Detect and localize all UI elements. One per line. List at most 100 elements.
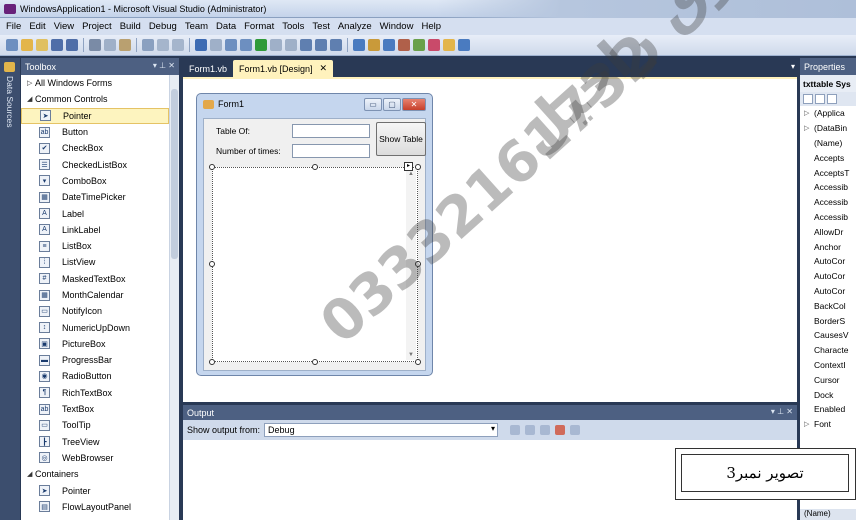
resize-handle[interactable] [209, 359, 215, 365]
expander-icon[interactable]: ▷ [804, 420, 814, 428]
tab-dropdown-icon[interactable]: ▾ [791, 62, 795, 71]
save-all-icon[interactable] [66, 39, 78, 51]
toolbox-item[interactable]: ➤ Pointer [21, 107, 169, 124]
form1-window[interactable]: Form1 ▭ ▢ ✕ Table Of: Number of times: S… [196, 93, 433, 376]
toolbox-item[interactable]: ▤ FlowLayoutPanel [21, 499, 169, 515]
property-row[interactable]: Anchor [800, 239, 856, 254]
toolbox-category[interactable]: ▷ All Windows Forms [21, 75, 169, 91]
output-source-select[interactable]: Debug ▾ [264, 423, 499, 437]
start-page-icon[interactable] [443, 39, 455, 51]
toolbox-item[interactable]: ┣ TreeView [21, 434, 169, 450]
object-browser-icon[interactable] [383, 39, 395, 51]
alphabetical-icon[interactable] [815, 94, 825, 104]
word-wrap-icon[interactable] [570, 425, 581, 435]
toolbox-item[interactable]: ◎ WebBrowser [21, 450, 169, 466]
property-row[interactable]: BorderS [800, 313, 856, 328]
property-row[interactable]: Dock [800, 387, 856, 402]
menu-project[interactable]: Project [78, 21, 116, 32]
property-row[interactable]: ▷ (DataBin [800, 121, 856, 136]
resize-handle[interactable] [312, 359, 318, 365]
toolbox-category[interactable]: ◢ Containers [21, 466, 169, 482]
menu-team[interactable]: Team [181, 21, 212, 32]
menu-file[interactable]: File [2, 21, 25, 32]
menu-build[interactable]: Build [116, 21, 145, 32]
scrollbar-thumb[interactable] [171, 89, 178, 259]
property-row[interactable]: AcceptsT [800, 165, 856, 180]
expander-icon[interactable]: ▷ [804, 109, 814, 117]
form-designer-surface[interactable]: Form1 ▭ ▢ ✕ Table Of: Number of times: S… [183, 77, 797, 402]
property-row[interactable]: ContextI [800, 358, 856, 373]
menu-data[interactable]: Data [212, 21, 240, 32]
resize-handle[interactable] [415, 359, 421, 365]
menu-tools[interactable]: Tools [278, 21, 308, 32]
add-item-icon[interactable] [21, 39, 33, 51]
toolbox-item[interactable]: A Label [21, 205, 169, 221]
scroll-down-icon[interactable]: ▼ [408, 352, 414, 358]
minimize-icon[interactable]: ▭ [364, 98, 382, 111]
toolbox-category[interactable]: ◢ Common Controls [21, 91, 169, 107]
toolbox-pin-icon[interactable] [4, 62, 15, 72]
smart-tag-icon[interactable]: ▸ [404, 162, 413, 171]
property-row[interactable]: BackCol [800, 298, 856, 313]
property-row[interactable]: AutoCor [800, 254, 856, 269]
close-tab-icon[interactable]: ✕ [320, 63, 328, 74]
step-into-icon[interactable] [300, 39, 312, 51]
property-row[interactable]: Cursor [800, 372, 856, 387]
menu-analyze[interactable]: Analyze [334, 21, 376, 32]
next-message-icon[interactable] [540, 425, 551, 435]
property-row[interactable]: Accessib [800, 180, 856, 195]
new-project-icon[interactable] [6, 39, 18, 51]
menu-view[interactable]: View [50, 21, 78, 32]
toolbox-item[interactable]: # MaskedTextBox [21, 271, 169, 287]
save-icon[interactable] [51, 39, 63, 51]
step-out-icon[interactable] [330, 39, 342, 51]
navigate-forward-icon[interactable] [240, 39, 252, 51]
resize-handle[interactable] [415, 164, 421, 170]
menu-format[interactable]: Format [240, 21, 278, 32]
toolbox-item[interactable]: ab TextBox [21, 401, 169, 417]
menu-window[interactable]: Window [376, 21, 418, 32]
maximize-icon[interactable]: ▢ [383, 98, 401, 111]
expander-icon[interactable]: ◢ [27, 470, 35, 478]
table-listbox[interactable]: ▲ ▼ [212, 167, 418, 362]
scroll-up-icon[interactable]: ▲ [408, 171, 414, 177]
cut-icon[interactable] [89, 39, 101, 51]
open-file-icon[interactable] [36, 39, 48, 51]
property-row[interactable]: AutoCor [800, 269, 856, 284]
toolbox-item[interactable]: ▾ ComboBox [21, 173, 169, 189]
uncomment-icon[interactable] [172, 39, 184, 51]
clear-all-icon[interactable] [555, 425, 566, 435]
toolbox-scrollbar[interactable] [169, 75, 179, 520]
toolbox-item[interactable]: ✔ CheckBox [21, 140, 169, 156]
categorized-icon[interactable] [803, 94, 813, 104]
pause-icon[interactable] [270, 39, 282, 51]
tab-form1-design[interactable]: Form1.vb [Design] ✕ [233, 60, 334, 77]
start-debugging-icon[interactable] [255, 39, 267, 51]
property-row[interactable]: CausesV [800, 328, 856, 343]
team-explorer-icon[interactable] [413, 39, 425, 51]
close-icon[interactable]: ✕ [402, 98, 426, 111]
menu-help[interactable]: Help [417, 21, 445, 32]
toolbox-item[interactable]: ◉ RadioButton [21, 368, 169, 384]
property-row[interactable]: Characte [800, 343, 856, 358]
extension-manager-icon[interactable] [428, 39, 440, 51]
toolbox-item[interactable]: ≡ ListBox [21, 238, 169, 254]
property-row[interactable]: (Name) [800, 136, 856, 151]
go-to-message-icon[interactable] [510, 425, 521, 435]
resize-handle[interactable] [209, 261, 215, 267]
properties-window-icon[interactable] [368, 39, 380, 51]
toolbox-item[interactable]: ↕ NumericUpDown [21, 319, 169, 335]
property-row[interactable]: ▷ Font [800, 417, 856, 432]
expander-icon[interactable]: ◢ [27, 95, 35, 103]
toolbox-item[interactable]: ☰ CheckedListBox [21, 156, 169, 172]
paste-icon[interactable] [119, 39, 131, 51]
properties-object-select[interactable]: txttable Sys [800, 75, 856, 92]
data-sources-side-tab[interactable]: Data Sources [0, 58, 20, 520]
menu-debug[interactable]: Debug [145, 21, 181, 32]
copy-icon[interactable] [104, 39, 116, 51]
toolbox-item[interactable]: ▦ DateTimePicker [21, 189, 169, 205]
property-row[interactable]: ▷ (Applica [800, 106, 856, 121]
find-icon[interactable] [142, 39, 154, 51]
toolbox-item[interactable]: ab Button [21, 124, 169, 140]
navigate-back-icon[interactable] [225, 39, 237, 51]
